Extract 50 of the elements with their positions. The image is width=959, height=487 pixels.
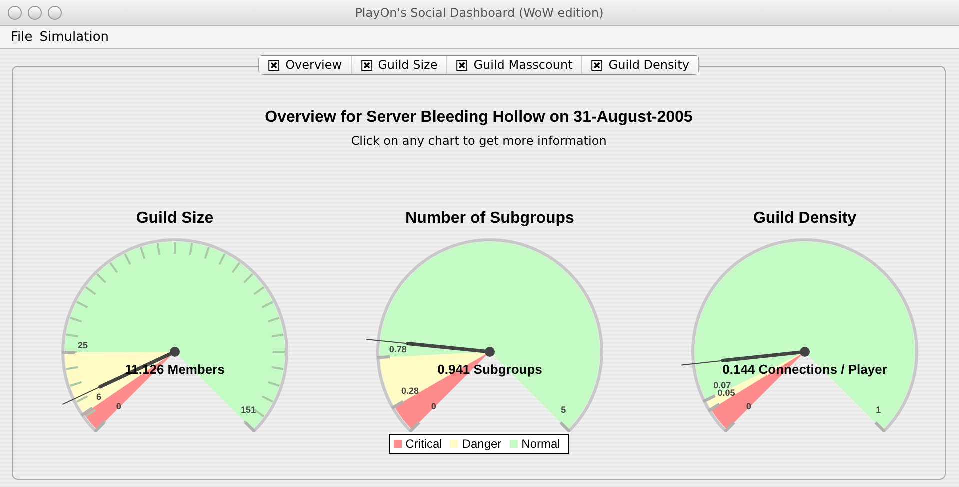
scale-label: 0.28 — [401, 386, 419, 396]
scale-label: 151 — [241, 405, 256, 416]
scale-tick — [94, 422, 106, 432]
tab[interactable]: Guild Density — [582, 56, 698, 74]
scale-tick — [560, 422, 571, 432]
scale-tick — [62, 351, 75, 354]
scale-label: 0 — [116, 402, 122, 412]
scale-tick — [708, 402, 721, 412]
tab[interactable]: Guild Size — [352, 56, 448, 74]
legend-label: Danger — [462, 437, 502, 451]
gauge-reading: 0.144 Connections / Player — [722, 362, 888, 377]
scale-tick — [724, 422, 736, 432]
gauge-title: Guild Density — [753, 210, 857, 228]
gauge-title: Number of Subgroups — [406, 210, 574, 228]
scale-label: 0 — [746, 402, 752, 412]
tab[interactable]: Guild Masscount — [448, 56, 583, 74]
tab[interactable]: Overview — [260, 56, 352, 74]
scale-label: 0.05 — [718, 388, 736, 398]
close-tab-icon[interactable] — [268, 60, 280, 70]
dial-gauge[interactable]: 0 0.28 0.78 5 0.941 Subgroups — [360, 232, 620, 432]
scale-tick — [391, 400, 404, 410]
scale-label: 6 — [96, 392, 102, 402]
minimize-window-button[interactable] — [28, 6, 42, 20]
dial-gauge[interactable]: 0 0.05 0.07 1 0.144 Connections / Player — [675, 232, 935, 432]
scale-tick — [244, 422, 256, 432]
menu-item[interactable]: Simulation — [40, 30, 110, 44]
scale-label: 5 — [561, 405, 566, 416]
scale-label: 25 — [78, 340, 88, 350]
scale-tick — [874, 422, 886, 432]
scale-tick — [702, 394, 716, 404]
close-window-button[interactable] — [8, 6, 22, 20]
close-tab-icon[interactable] — [361, 60, 372, 70]
close-tab-icon[interactable] — [456, 60, 468, 70]
scale-tick — [80, 407, 94, 417]
overview-heading: Overview for Server Bleeding Hollow on 31-August-2005 — [265, 109, 693, 127]
legend-label: Critical — [406, 437, 442, 451]
scale-label: 0 — [431, 402, 436, 412]
legend-label: Normal — [522, 437, 560, 451]
gauge-title: Guild Size — [136, 210, 214, 228]
scale-label: 0.78 — [389, 344, 407, 355]
scale-label: 0.07 — [714, 380, 732, 390]
instruction-text: Click on any chart to get more information — [351, 134, 607, 148]
zoom-window-button[interactable] — [48, 6, 62, 20]
scale-label: 1 — [876, 405, 882, 416]
close-tab-icon[interactable] — [592, 60, 603, 70]
gauge-reading: 0.941 Subgroups — [438, 362, 542, 377]
menu-item[interactable]: File — [11, 30, 33, 44]
window-title: PlayOn's Social Dashboard (WoW edition) — [355, 6, 604, 20]
scale-tick — [377, 356, 390, 360]
scale-tick — [409, 422, 420, 432]
